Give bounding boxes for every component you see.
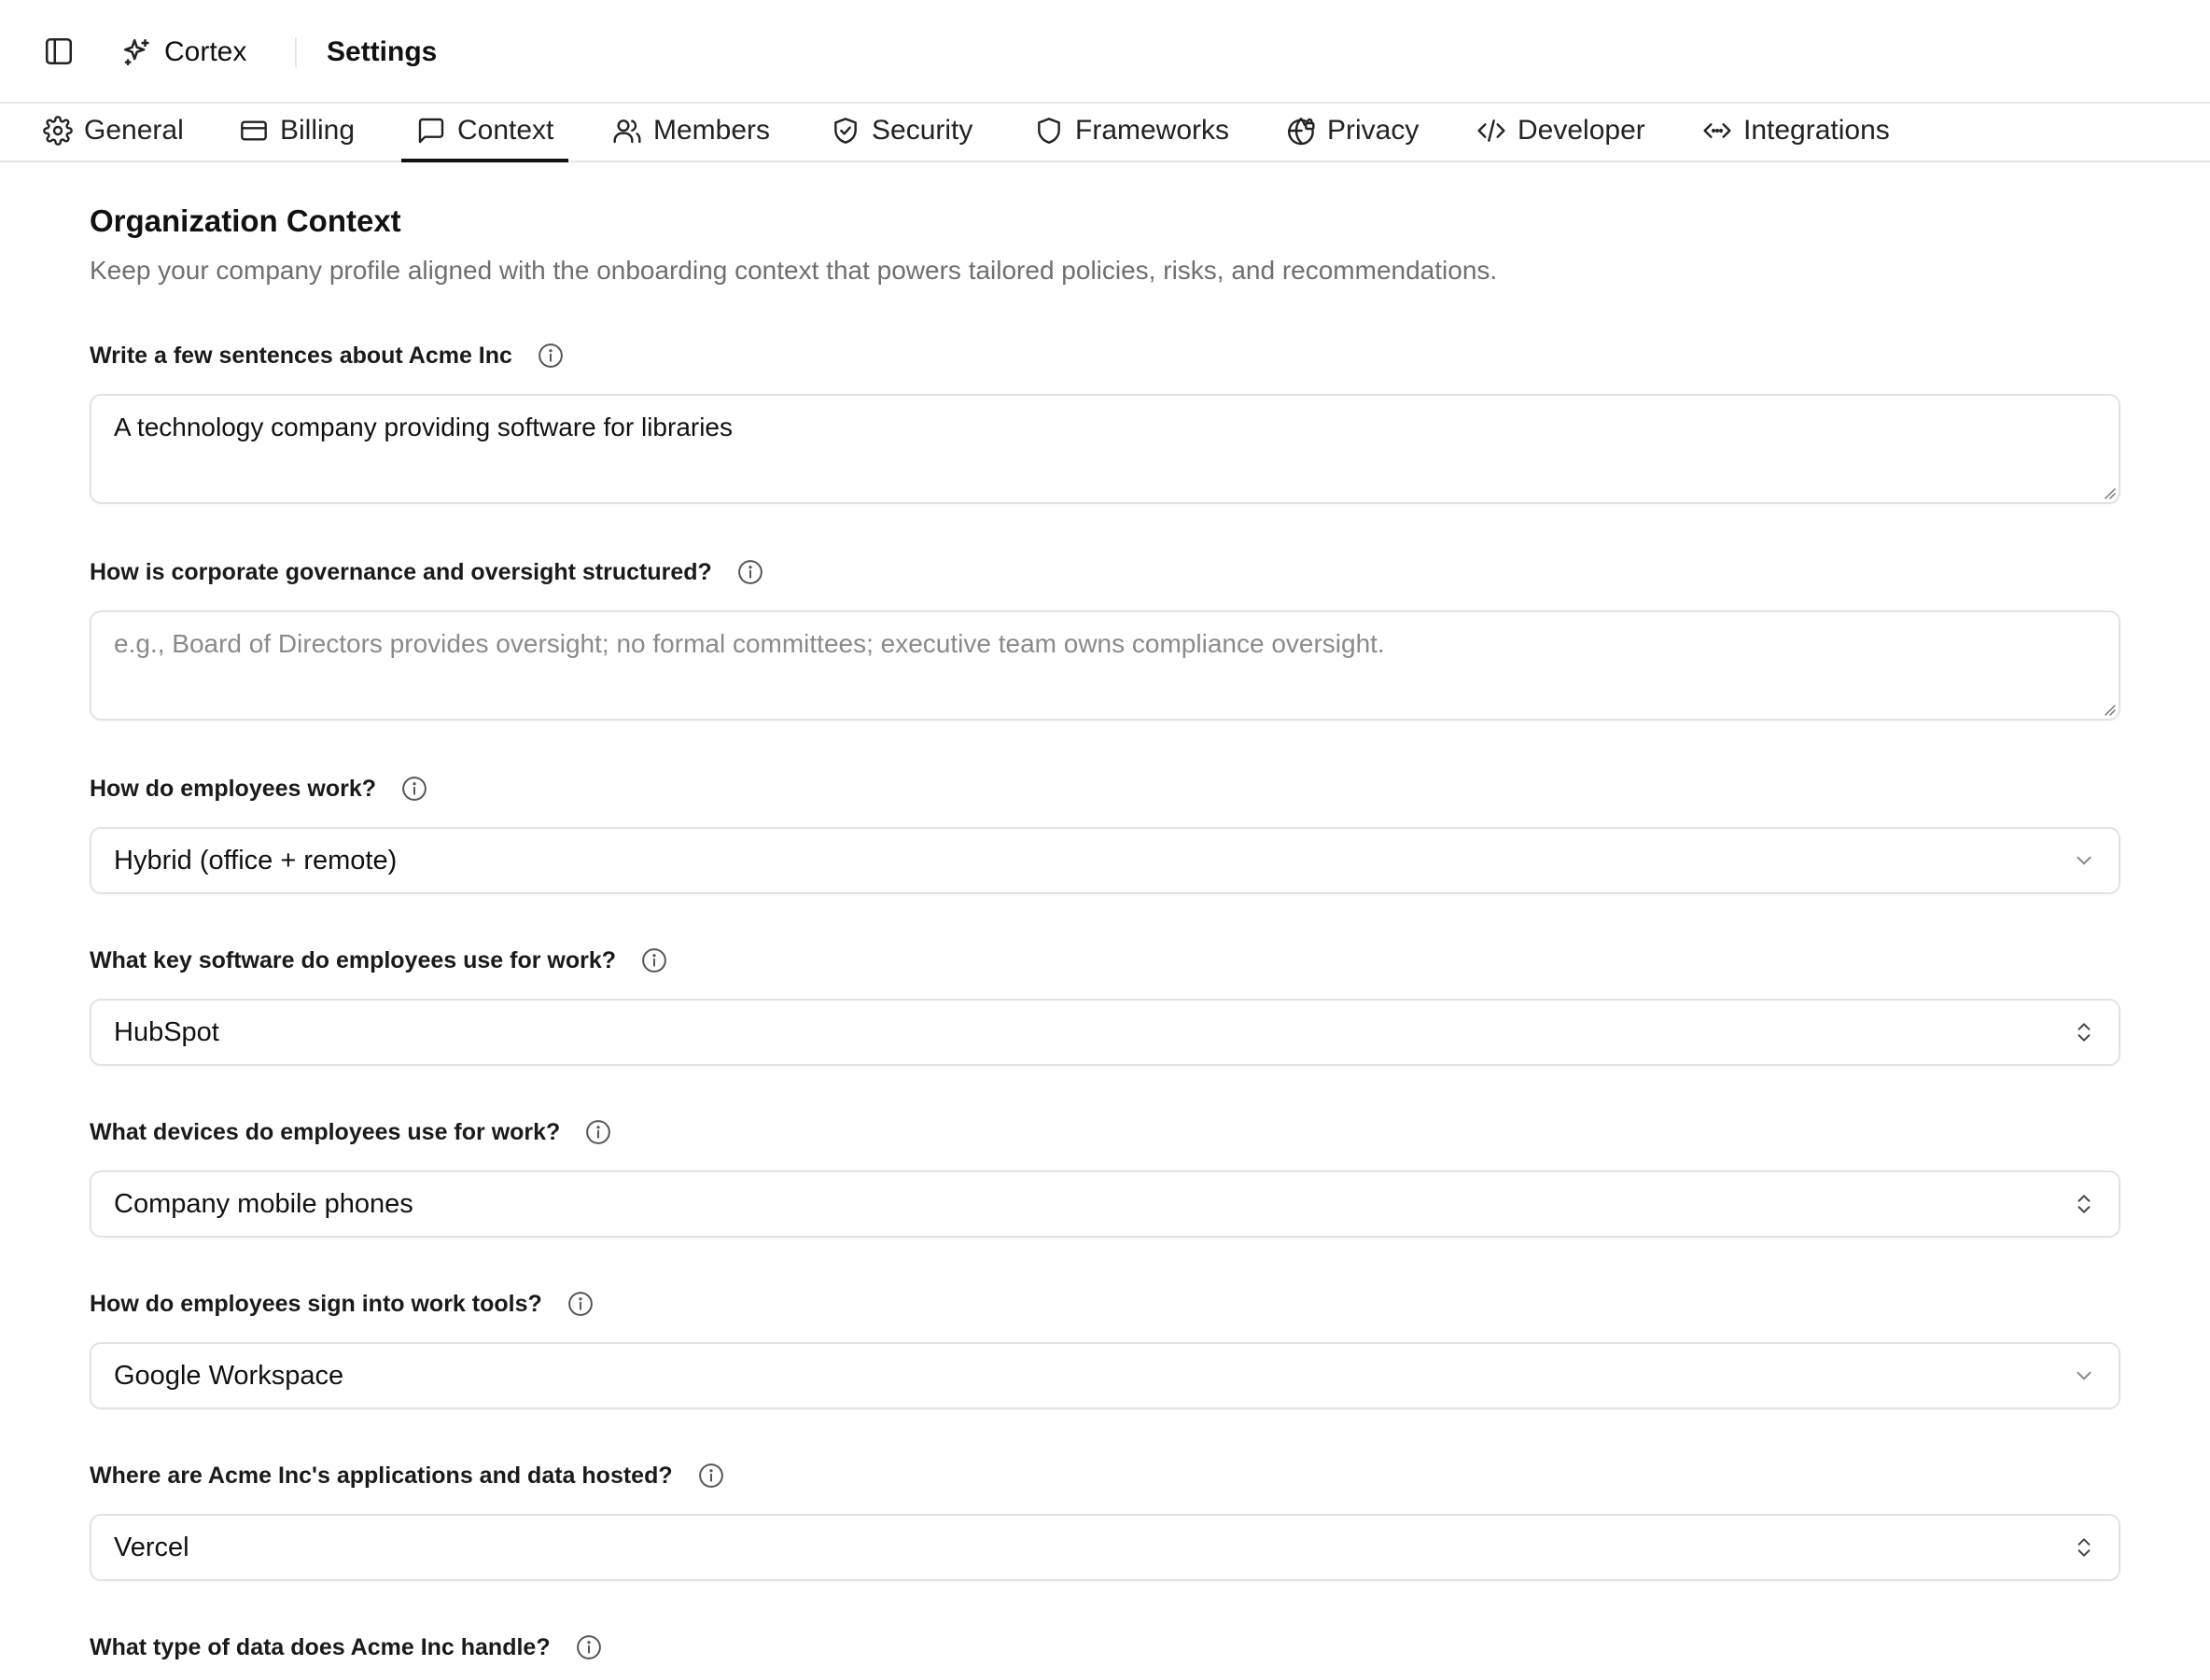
hosting-label: Where are Acme Inc's applications and da… [90, 1461, 725, 1491]
chevron-down-icon [2072, 848, 2096, 873]
credit-card-icon [239, 116, 269, 146]
info-icon[interactable] [640, 946, 668, 974]
tab-frameworks[interactable]: Frameworks [1034, 104, 1229, 161]
tab-general[interactable]: General [43, 104, 184, 161]
tab-label: General [84, 114, 184, 146]
tab-label: Billing [280, 114, 356, 146]
chevrons-up-down-icon [2072, 1020, 2096, 1044]
devices-combobox[interactable]: Company mobile phones [90, 1170, 2120, 1238]
info-icon[interactable] [566, 1290, 594, 1318]
field-label-text: What devices do employees use for work? [90, 1118, 561, 1145]
info-icon[interactable] [575, 1633, 603, 1661]
brand-name: Cortex [164, 36, 247, 67]
tab-label: Members [653, 114, 771, 146]
tab-billing[interactable]: Billing [239, 104, 355, 161]
about-textarea[interactable]: A technology company providing software … [90, 394, 2120, 504]
about-textarea-value: A technology company providing software … [114, 413, 734, 441]
field-label-text: What key software do employees use for w… [90, 946, 617, 973]
tab-privacy[interactable]: Privacy [1286, 104, 1419, 161]
tab-security[interactable]: Security [831, 104, 972, 161]
tab-members[interactable]: Members [612, 104, 770, 161]
software-label: What key software do employees use for w… [90, 945, 668, 975]
resize-handle-icon[interactable] [2100, 483, 2117, 500]
info-icon[interactable] [697, 1462, 725, 1490]
chevrons-up-down-icon [2072, 1192, 2096, 1216]
select-value: Vercel [114, 1532, 189, 1562]
governance-textarea[interactable]: e.g., Board of Directors provides oversi… [90, 610, 2120, 721]
select-value: HubSpot [114, 1016, 219, 1047]
chevron-down-icon [2072, 1364, 2096, 1388]
tab-label: Security [872, 114, 973, 146]
software-combobox[interactable]: HubSpot [90, 999, 2120, 1066]
gear-icon [43, 115, 73, 146]
sign-in-label: How do employees sign into work tools? [90, 1289, 594, 1319]
devices-label: What devices do employees use for work? [90, 1117, 612, 1147]
field-label-text: Where are Acme Inc's applications and da… [90, 1462, 673, 1489]
tab-label: Integrations [1743, 114, 1890, 146]
section-title: Organization Context [90, 203, 401, 238]
field-label-text: What type of data does Acme Inc handle? [90, 1633, 551, 1660]
page-title: Settings [327, 36, 438, 67]
code-icon [1476, 116, 1506, 146]
info-icon[interactable] [400, 775, 428, 803]
shield-check-icon [831, 116, 860, 146]
users-icon [612, 116, 642, 146]
tab-context[interactable]: Context [400, 104, 569, 162]
settings-tabs: General Billing Context Members Security… [0, 104, 2210, 162]
code-arrows-icon [1702, 116, 1732, 146]
info-icon[interactable] [537, 342, 565, 370]
tab-label: Developer [1518, 114, 1645, 146]
tab-label: Privacy [1327, 114, 1420, 146]
work-mode-label: How do employees work? [90, 774, 428, 804]
select-value: Hybrid (office + remote) [114, 845, 398, 875]
select-value: Google Workspace [114, 1360, 344, 1391]
info-icon[interactable] [584, 1118, 612, 1146]
field-label-text: How is corporate governance and oversigh… [90, 558, 712, 585]
work-mode-select[interactable]: Hybrid (office + remote) [90, 827, 2120, 894]
top-header: Cortex Settings [0, 0, 2210, 104]
tab-label: Context [457, 114, 554, 146]
field-label-text: Write a few sentences about Acme Inc [90, 342, 512, 369]
field-label-text: How do employees work? [90, 775, 377, 802]
sparkles-icon [121, 36, 153, 68]
tab-developer[interactable]: Developer [1476, 104, 1645, 161]
resize-handle-icon[interactable] [2100, 700, 2117, 717]
brand-link[interactable]: Cortex [121, 34, 246, 71]
globe-lock-icon [1286, 116, 1316, 146]
tab-integrations[interactable]: Integrations [1702, 104, 1890, 161]
info-icon[interactable] [736, 558, 764, 586]
about-label: Write a few sentences about Acme Inc [90, 341, 565, 371]
message-square-icon [416, 116, 446, 146]
chevrons-up-down-icon [2072, 1535, 2096, 1560]
data-type-label: What type of data does Acme Inc handle? [90, 1632, 603, 1662]
header-divider [295, 37, 297, 67]
governance-label: How is corporate governance and oversigh… [90, 557, 764, 587]
hosting-combobox[interactable]: Vercel [90, 1514, 2120, 1581]
select-value: Company mobile phones [114, 1188, 413, 1219]
section-description: Keep your company profile aligned with t… [90, 256, 1498, 285]
shield-icon [1034, 116, 1064, 146]
sidebar-toggle-icon[interactable] [43, 35, 75, 67]
sign-in-select[interactable]: Google Workspace [90, 1342, 2120, 1409]
field-label-text: How do employees sign into work tools? [90, 1290, 542, 1317]
tab-label: Frameworks [1075, 114, 1230, 146]
governance-placeholder: e.g., Board of Directors provides oversi… [114, 629, 1385, 658]
